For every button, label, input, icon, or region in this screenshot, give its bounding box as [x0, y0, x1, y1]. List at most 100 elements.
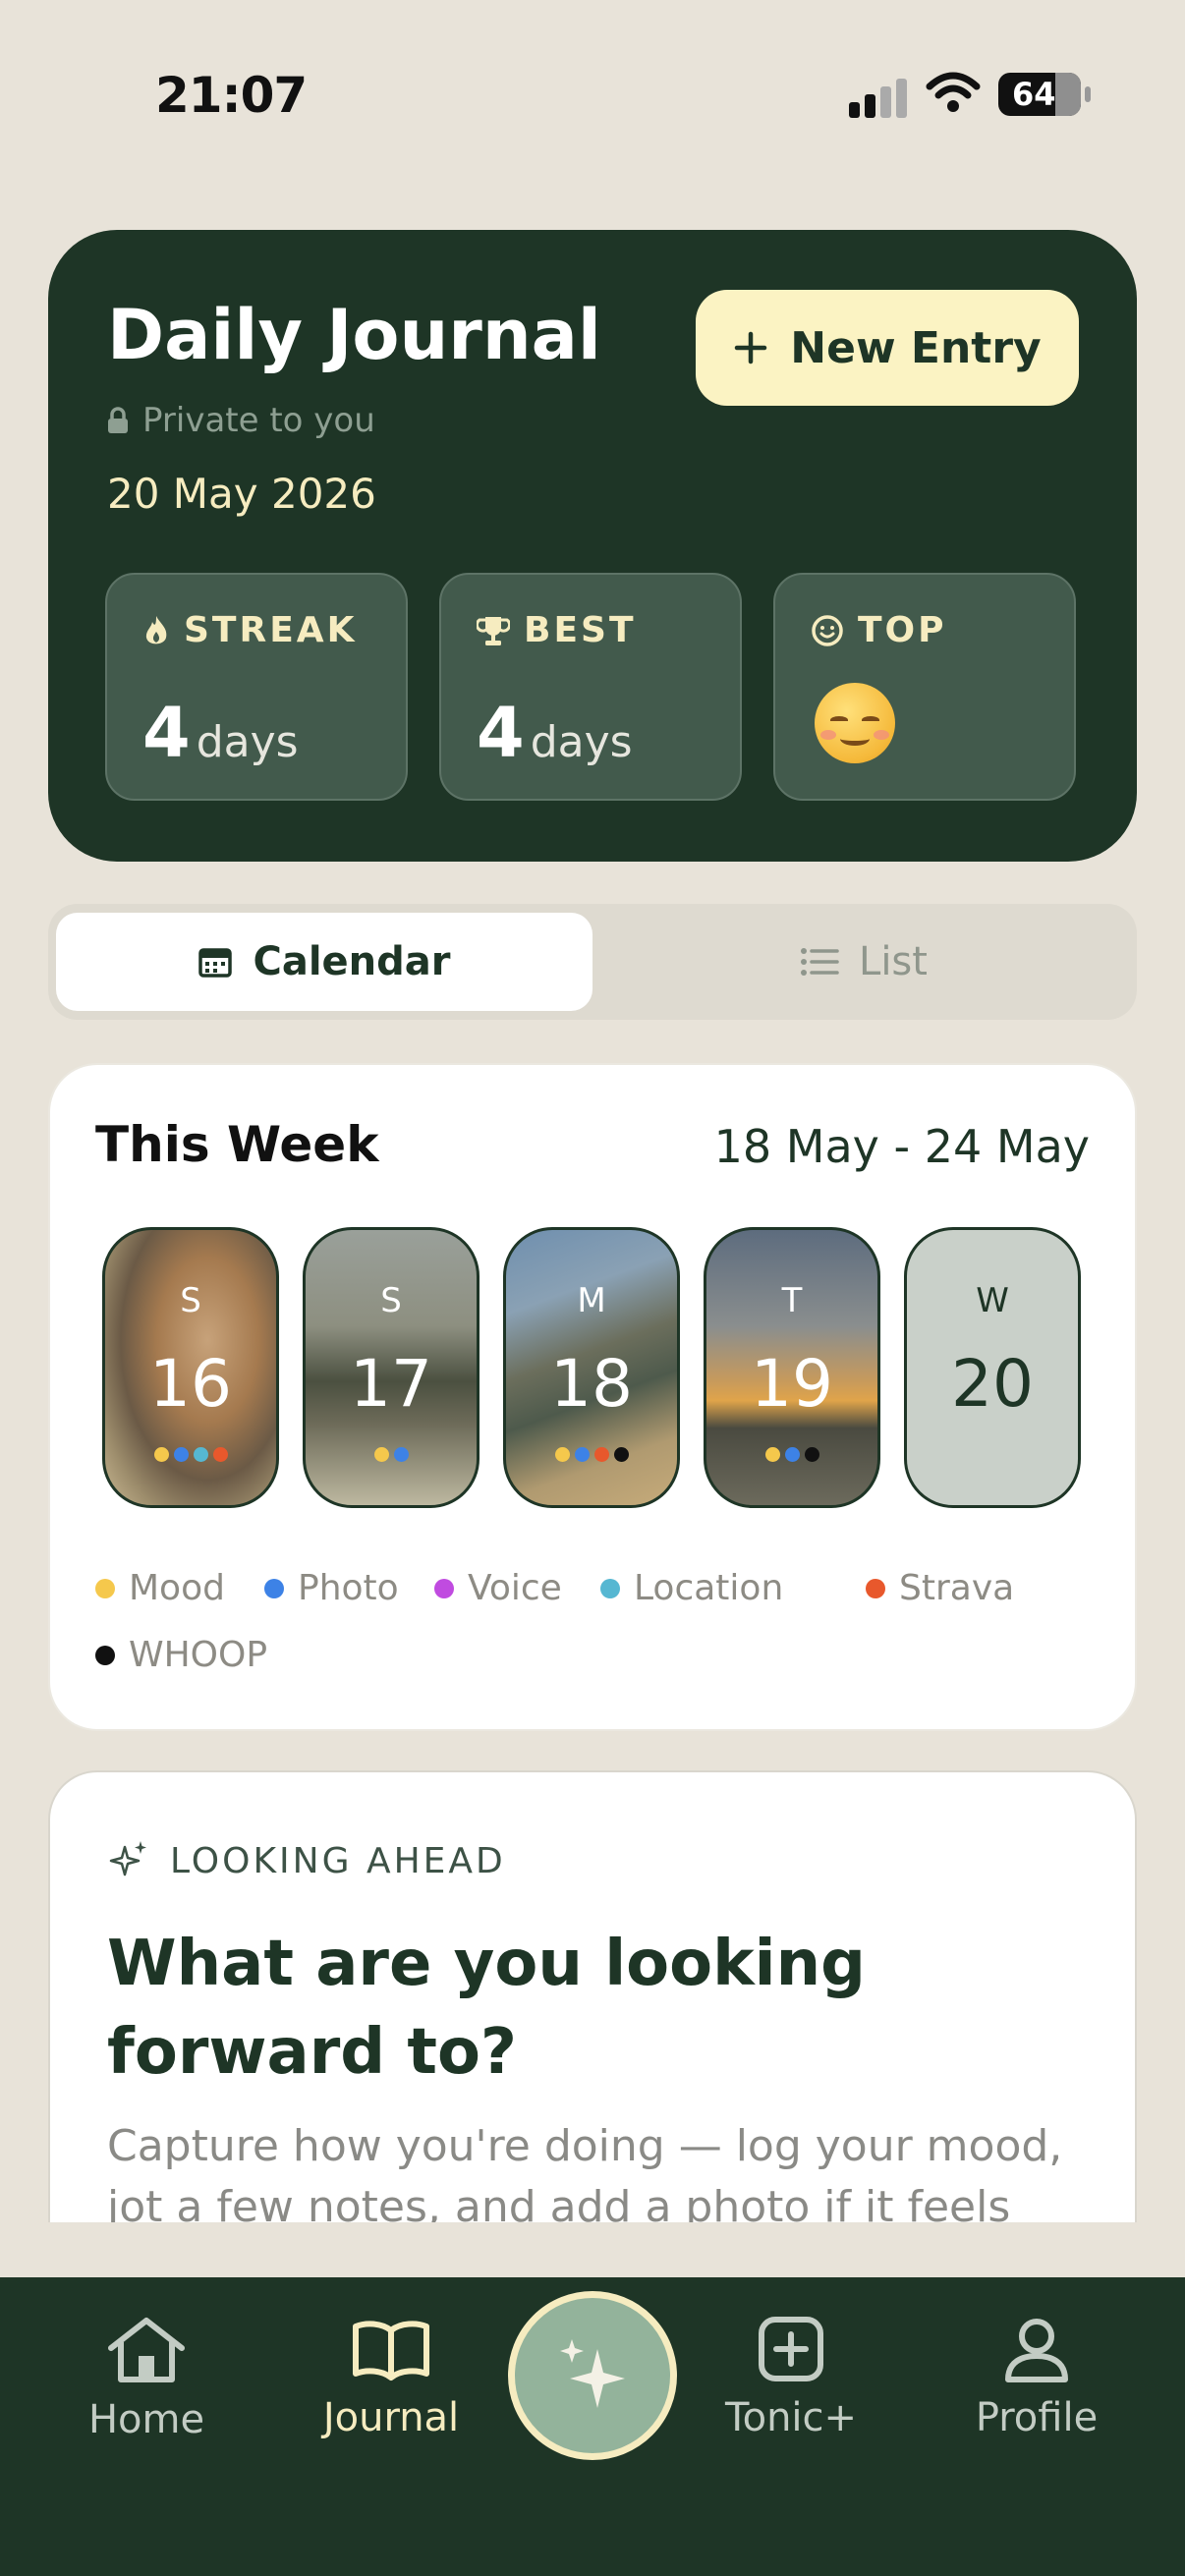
looking-ahead-card[interactable]: LOOKING AHEAD What are you looking forwa… — [48, 1770, 1137, 2222]
entry-dot — [212, 1447, 228, 1462]
day-number: 19 — [751, 1346, 833, 1422]
looking-ahead-label: LOOKING AHEAD — [170, 1840, 506, 1881]
privacy-note: Private to you — [107, 401, 375, 440]
day-number: 17 — [350, 1346, 432, 1422]
trophy-icon — [477, 616, 510, 645]
legend-label: Voice — [468, 1568, 562, 1608]
entry-dots — [506, 1447, 677, 1462]
nav-home-label: Home — [87, 2397, 205, 2442]
streak-label: STREAK — [184, 610, 358, 650]
legend-item-strava: Strava — [866, 1568, 1014, 1608]
legend-dot — [600, 1578, 620, 1598]
legend-item-mood: Mood — [95, 1568, 225, 1608]
day-tile-17[interactable]: S 17 — [303, 1227, 480, 1508]
entry-dots — [706, 1447, 877, 1462]
entry-dot — [613, 1447, 629, 1462]
nav-profile-label: Profile — [975, 2395, 1099, 2440]
smiling-face-emoji — [815, 683, 895, 763]
view-toggle: Calendar List — [48, 904, 1137, 1020]
flame-icon — [145, 615, 167, 644]
lock-icon — [108, 407, 128, 433]
nav-journal-label: Journal — [322, 2395, 460, 2440]
legend-dot — [434, 1578, 454, 1598]
nav-home[interactable]: Home — [48, 2315, 245, 2442]
best-unit: days — [530, 717, 633, 767]
legend-label: Strava — [899, 1568, 1015, 1608]
entry-dot — [574, 1447, 590, 1462]
week-card: This Week 18 May - 24 May S 16 S 17 M 18… — [48, 1063, 1137, 1731]
day-letter: W — [976, 1281, 1009, 1320]
list-icon — [801, 948, 839, 976]
entry-dot — [193, 1447, 208, 1462]
wifi-icon — [926, 72, 981, 112]
legend-label: Location — [634, 1568, 784, 1608]
legend-item-location: Location — [600, 1568, 783, 1608]
day-number: 20 — [951, 1346, 1034, 1422]
entry-dot — [593, 1447, 609, 1462]
day-tile-19[interactable]: T 19 — [704, 1227, 880, 1508]
day-number: 16 — [149, 1346, 232, 1422]
entry-dot — [373, 1447, 389, 1462]
best-value: 4 — [477, 693, 525, 773]
plus-square-icon — [759, 2317, 823, 2381]
legend-item-voice: Voice — [434, 1568, 562, 1608]
nav-tonic-plus[interactable]: Tonic+ — [693, 2315, 889, 2440]
privacy-label: Private to you — [142, 401, 375, 440]
entry-dot — [804, 1447, 819, 1462]
legend-item-photo: Photo — [264, 1568, 399, 1608]
day-tile-20-today[interactable]: W 20 — [904, 1227, 1081, 1508]
bottom-nav: Home Journal Tonic+ Profile — [0, 2277, 1185, 2576]
nav-journal[interactable]: Journal — [293, 2315, 489, 2440]
day-letter: S — [180, 1281, 201, 1320]
looking-ahead-tag: LOOKING AHEAD — [107, 1839, 506, 1882]
list-tab[interactable]: List — [598, 913, 1129, 1011]
day-number: 18 — [550, 1346, 633, 1422]
streak-unit: days — [196, 717, 299, 767]
week-range: 18 May - 24 May — [713, 1120, 1090, 1173]
home-icon — [108, 2318, 185, 2382]
legend-dot — [264, 1578, 284, 1598]
entry-dot — [764, 1447, 780, 1462]
nav-tonic-label: Tonic+ — [724, 2395, 858, 2440]
current-date: 20 May 2026 — [107, 470, 376, 518]
entry-dot — [173, 1447, 189, 1462]
legend-label: Mood — [129, 1568, 225, 1608]
entry-dots — [306, 1447, 477, 1462]
page-title: Daily Journal — [107, 295, 601, 375]
day-tile-18[interactable]: M 18 — [503, 1227, 680, 1508]
best-stat: BEST 4 days — [439, 573, 742, 801]
day-letter: T — [781, 1281, 803, 1320]
calendar-icon — [198, 948, 233, 978]
day-letter: M — [577, 1281, 606, 1320]
legend-label: Photo — [298, 1568, 399, 1608]
user-icon — [1005, 2319, 1068, 2382]
journal-header-card: Daily Journal Private to you 20 May 2026… — [48, 230, 1137, 862]
legend-label: WHOOP — [129, 1635, 268, 1675]
entry-dot — [784, 1447, 800, 1462]
looking-ahead-body: Capture how you're doing — log your mood… — [107, 2121, 1063, 2222]
ai-sparkle-button[interactable] — [508, 2291, 677, 2460]
day-letter: S — [380, 1281, 402, 1320]
new-entry-button[interactable]: New Entry — [696, 290, 1079, 406]
smile-icon — [812, 614, 843, 646]
looking-ahead-heading: What are you looking forward to? — [107, 1928, 866, 2089]
nav-profile[interactable]: Profile — [938, 2315, 1135, 2440]
battery-level: 64 — [1012, 76, 1056, 113]
entry-dot — [153, 1447, 169, 1462]
legend-dot — [95, 1578, 115, 1598]
legend-dot — [95, 1645, 115, 1665]
list-tab-label: List — [859, 939, 928, 984]
cellular-signal-icon — [849, 75, 908, 118]
day-tile-16[interactable]: S 16 — [102, 1227, 279, 1508]
entry-dot — [393, 1447, 409, 1462]
plus-icon — [735, 331, 767, 364]
streak-stat: STREAK 4 days — [105, 573, 408, 801]
new-entry-label: New Entry — [790, 322, 1042, 373]
entry-dot — [554, 1447, 570, 1462]
calendar-tab[interactable]: Calendar — [56, 913, 592, 1011]
sparkle-icon — [560, 2339, 625, 2408]
top-mood-stat: TOP — [773, 573, 1076, 801]
best-label: BEST — [524, 610, 637, 650]
book-icon — [353, 2321, 429, 2380]
calendar-tab-label: Calendar — [253, 939, 451, 984]
